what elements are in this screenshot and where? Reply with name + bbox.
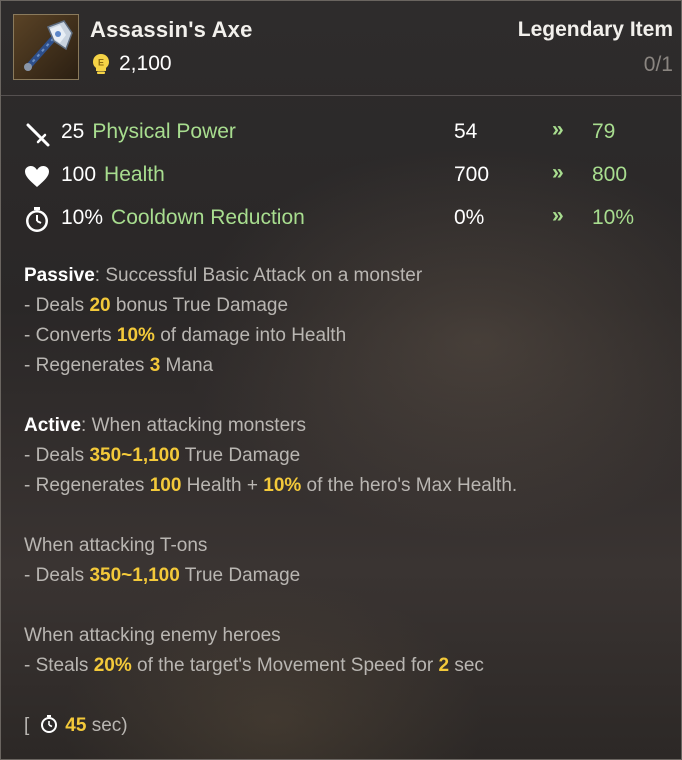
heroes-line: - Steals 20% of the target's Movement Sp… [24,655,484,676]
passive-trigger: Successful Basic Attack on a monster [105,265,423,286]
stat-current: 0% [454,206,485,229]
tons-header: When attacking T-ons [24,535,208,556]
stat-name: Physical Power [92,120,236,143]
passive-line: - Regenerates 3 Mana [24,355,214,376]
cooldown-value: 45 [65,715,87,736]
sword-icon [23,120,51,148]
item-price: 2,100 [119,52,172,75]
active-header: Active: When attacking monsters [24,415,306,436]
active-trigger: When attacking monsters [91,415,306,436]
cooldown-row: [45 sec) [24,714,128,736]
passive-line: - Converts 10% of damage into Health [24,325,347,346]
stat-row-cooldown-reduction: 10% Cooldown Reduction 0% » 10% [1,203,681,235]
stat-row-physical-power: 25 Physical Power 54 » 79 [1,117,681,149]
stat-next: 800 [592,163,628,186]
item-rarity: Legendary Item [517,18,673,41]
gold-coin-icon: E [91,53,111,75]
stat-next: 79 [592,120,616,143]
stat-upgrade-arrow: » [552,204,564,227]
active-keyword: Active [24,415,82,436]
stat-next: 10% [592,206,635,229]
passive-line: - Deals 20 bonus True Damage [24,295,289,316]
item-name: Assassin's Axe [90,17,253,42]
stat-upgrade-arrow: » [552,161,564,184]
stat-amount: 10% [61,206,104,229]
stat-name: Cooldown Reduction [111,206,305,229]
item-count: 0/1 [643,53,673,76]
stat-current: 54 [454,120,478,143]
stat-amount: 25 [61,120,85,143]
tons-line: - Deals 350~1,100 True Damage [24,565,301,586]
active-line: - Regenerates 100 Health + 10% of the he… [24,475,518,496]
passive-header: Passive: Successful Basic Attack on a mo… [24,265,423,286]
stat-amount: 100 [61,163,97,186]
tooltip-header: Assassin's Axe E 2,100 Legendary Item 0/… [1,1,681,96]
stat-current: 700 [454,163,490,186]
passive-keyword: Passive [24,265,95,286]
active-line: - Deals 350~1,100 True Damage [24,445,301,466]
heart-icon [23,163,51,191]
clock-icon [23,206,51,234]
stat-name: Health [104,163,165,186]
clock-icon [39,714,59,734]
item-tooltip: Assassin's Axe E 2,100 Legendary Item 0/… [0,0,682,760]
axe-icon [13,14,79,80]
svg-text:E: E [98,58,104,68]
stat-upgrade-arrow: » [552,118,564,141]
stat-row-health: 100 Health 700 » 800 [1,160,681,192]
heroes-header: When attacking enemy heroes [24,625,281,646]
